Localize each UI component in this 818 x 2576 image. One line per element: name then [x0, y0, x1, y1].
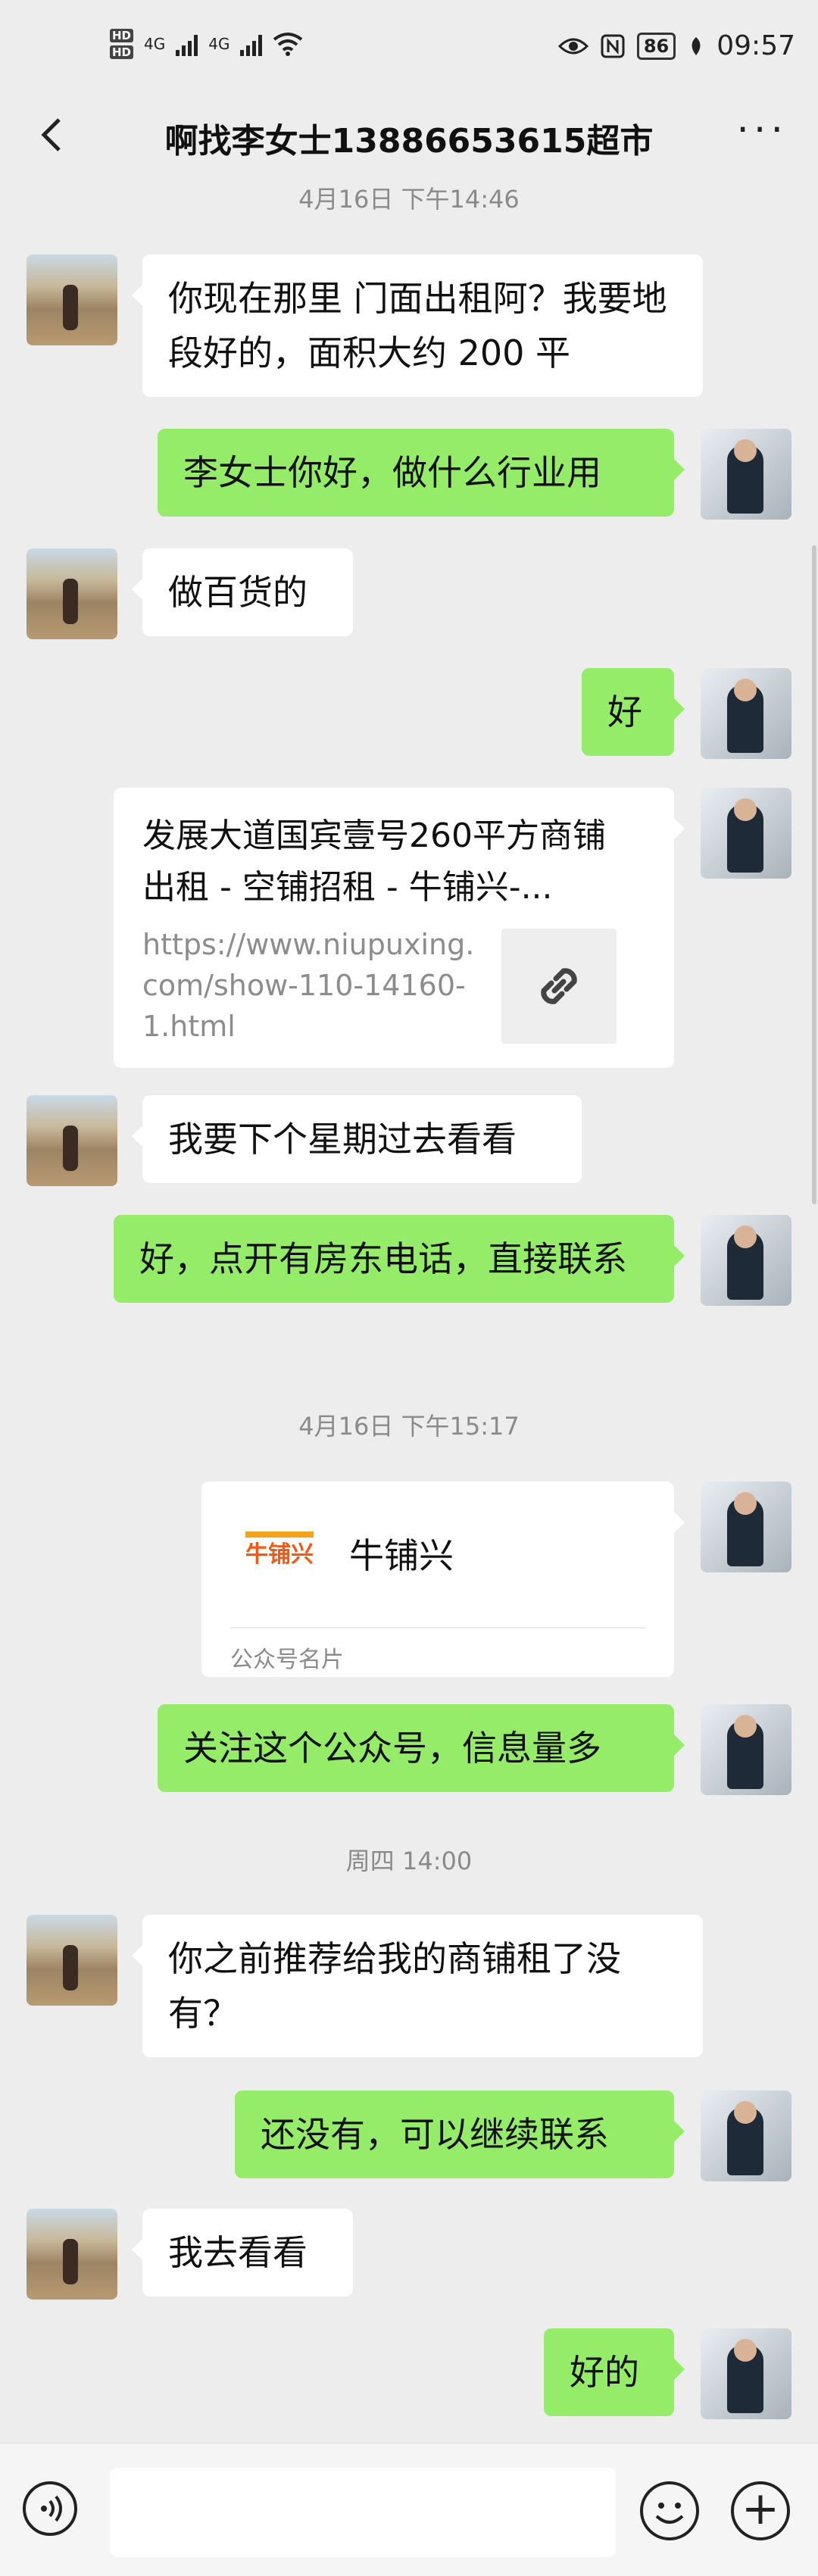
message-bubble-sent[interactable]: 好 [582, 668, 685, 756]
my-avatar[interactable] [701, 1482, 791, 1572]
my-avatar[interactable] [701, 788, 791, 879]
more-options-icon[interactable]: ··· [736, 108, 788, 153]
plus-icon[interactable]: + [731, 2481, 790, 2540]
official-account-card[interactable]: 牛铺兴 牛铺兴 公众号名片 [201, 1482, 685, 1677]
message-bubble-received[interactable]: 你现在那里 门面出租阿？我要地段好的，面积大约 200 平 [132, 254, 703, 397]
message-bubble-sent[interactable]: 李女士你好，做什么行业用 [158, 429, 685, 517]
signal-icon-2 [240, 32, 263, 56]
contact-avatar[interactable] [27, 548, 117, 639]
link-card-url: https://www.niupuxing.com/show-110-14160… [142, 928, 475, 1043]
hd-badge-2: HD [110, 45, 134, 59]
chat-title: 啊找李女士13886653615超市 [164, 122, 654, 161]
link-icon [541, 968, 577, 1004]
my-avatar[interactable] [701, 1704, 791, 1795]
contact-avatar[interactable] [27, 1095, 117, 1186]
timestamp: 周四 14:00 [345, 1847, 473, 1875]
message-bubble-received[interactable]: 我要下个星期过去看看 [132, 1095, 582, 1183]
network-label-2: 4G [208, 35, 230, 53]
chat-header: 啊找李女士13886653615超市 ··· [0, 98, 818, 178]
account-name: 牛铺兴 [349, 1535, 454, 1576]
voice-icon[interactable] [23, 2481, 77, 2536]
my-avatar[interactable] [701, 2090, 791, 2181]
message-bubble-received[interactable]: 做百货的 [132, 548, 353, 636]
contact-avatar[interactable] [27, 254, 117, 345]
my-avatar[interactable] [701, 668, 791, 759]
divider [230, 1627, 645, 1628]
nfc-icon [601, 34, 625, 58]
emoji-icon[interactable] [640, 2481, 699, 2540]
contact-avatar[interactable] [27, 1915, 117, 2006]
message-bubble-received[interactable]: 我去看看 [132, 2209, 353, 2297]
eye-icon [557, 38, 589, 54]
message-bubble-received[interactable]: 你之前推荐给我的商铺租了没有？ [132, 1915, 703, 2057]
timestamp: 4月16日 下午15:17 [298, 1412, 520, 1441]
network-label-1: 4G [144, 35, 166, 53]
my-avatar[interactable] [701, 2328, 791, 2419]
hd-badge-1: HD [110, 29, 134, 42]
my-avatar[interactable] [701, 1215, 791, 1306]
message-bubble-sent[interactable]: 还没有，可以继续联系 [235, 2090, 685, 2178]
leaf-icon [692, 36, 701, 55]
network-indicators: HD HD 4G 4G [110, 29, 303, 59]
message-input[interactable] [110, 2468, 616, 2557]
account-logo: 牛铺兴 [245, 1532, 314, 1568]
message-bubble-sent[interactable]: 关注这个公众号，信息量多 [158, 1704, 685, 1792]
link-card-thumbnail [501, 929, 617, 1044]
link-card-title: 发展大道国宾壹号260平方商铺出租 - 空铺招租 - 牛铺兴-... [142, 817, 606, 907]
input-bar: + [0, 2443, 818, 2576]
wifi-icon [273, 33, 303, 56]
status-right: 86 09:57 [557, 30, 795, 61]
battery-level: 86 [636, 32, 676, 60]
message-bubble-sent[interactable]: 好，点开有房东电话，直接联系 [114, 1215, 685, 1303]
signal-icon-1 [176, 32, 198, 56]
timestamp: 4月16日 下午14:46 [298, 185, 520, 214]
my-avatar[interactable] [701, 429, 791, 520]
clock: 09:57 [717, 30, 795, 61]
message-bubble-sent[interactable]: 好的 [544, 2328, 685, 2416]
status-bar: HD HD 4G 4G 86 09:57 [0, 0, 818, 98]
account-logo-text: 牛铺兴 [245, 1541, 314, 1568]
scrollbar[interactable] [812, 545, 816, 1204]
card-type-label: 公众号名片 [230, 1647, 344, 1673]
link-card[interactable]: 发展大道国宾壹号260平方商铺出租 - 空铺招租 - 牛铺兴-... https… [114, 788, 685, 1068]
contact-avatar[interactable] [27, 2209, 117, 2300]
